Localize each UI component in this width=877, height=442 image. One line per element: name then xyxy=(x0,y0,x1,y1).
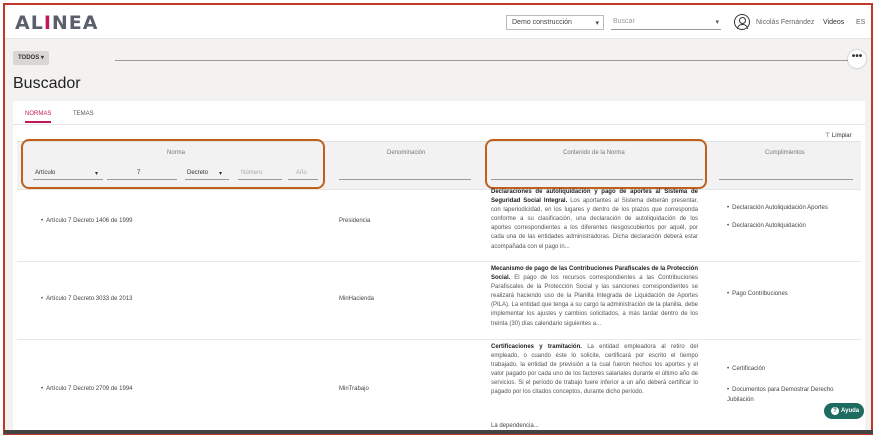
todos-filter-button[interactable]: TODOS ▾ xyxy=(13,51,49,65)
bottom-bar xyxy=(4,430,873,434)
alinea-logo[interactable]: ALINEA xyxy=(15,12,98,34)
row-divider xyxy=(17,261,861,262)
top-header: ALINEA Demo construcción ▾ Buscar ▾ Nico… xyxy=(5,5,871,39)
row-norma[interactable]: Artículo 7 Decreto 1406 de 1999 xyxy=(41,218,132,224)
row-denominacion: MinHacienda xyxy=(339,296,375,302)
row-content: Mecanismo de pago de las Contribuciones … xyxy=(491,266,698,327)
row-divider xyxy=(17,339,861,340)
search-input[interactable]: Buscar ▾ xyxy=(611,15,721,30)
column-header-denominacion[interactable]: Denominación xyxy=(387,150,425,156)
cumplimiento-item[interactable]: Pago Contribuciones xyxy=(727,291,788,297)
cumplimiento-item[interactable]: Declaración Autoliquidación Aportes xyxy=(727,205,828,211)
row-norma[interactable]: Artículo 7 Decreto 3033 de 2013 xyxy=(41,296,132,302)
cumplimientos-filter-input[interactable] xyxy=(719,179,853,180)
results-panel: NORMAS TEMAS ⊤ Limpiar Norma Denominació… xyxy=(13,101,865,433)
videos-link[interactable]: Videos xyxy=(823,19,844,26)
project-select[interactable]: Demo construcción ▾ xyxy=(506,15,604,30)
chevron-down-icon: ▾ xyxy=(715,19,719,26)
row-denominacion: MinTrabajo xyxy=(339,386,369,392)
contenido-highlight-box xyxy=(485,139,707,189)
clear-filters-button[interactable]: ⊤ Limpiar xyxy=(825,132,852,139)
cumplimiento-item[interactable]: Certificación xyxy=(727,366,765,372)
tab-temas[interactable]: TEMAS xyxy=(73,111,94,117)
help-icon: ? xyxy=(831,407,839,415)
chevron-down-icon: ▾ xyxy=(595,20,599,27)
denominacion-filter-input[interactable] xyxy=(339,179,471,180)
user-avatar-icon[interactable] xyxy=(734,14,750,30)
filter-icon: ⊤ xyxy=(825,133,831,139)
app-frame: ALINEA Demo construcción ▾ Buscar ▾ Nico… xyxy=(3,3,873,435)
table-top-border xyxy=(17,189,861,190)
row-content-extra: La dependencia... xyxy=(491,423,539,429)
cumplimiento-item[interactable]: Declaración Autoliquidación xyxy=(727,223,806,229)
divider xyxy=(115,60,848,61)
row-content: Declaraciones de autoliquidación y pago … xyxy=(491,189,698,250)
tab-normas[interactable]: NORMAS xyxy=(25,111,52,123)
norma-highlight-box xyxy=(21,139,325,189)
row-content: Certificaciones y tramitación. La entida… xyxy=(491,344,698,396)
cumplimiento-item[interactable]: Documentos para Demostrar Derecho Jubila… xyxy=(727,385,857,405)
page-title: Buscador xyxy=(13,75,81,92)
row-norma[interactable]: Artículo 7 Decreto 2709 de 1994 xyxy=(41,386,132,392)
column-header-cumplimientos[interactable]: Cumplimientos xyxy=(765,150,805,156)
language-selector[interactable]: ES xyxy=(856,19,865,26)
help-button[interactable]: ? Ayuda xyxy=(824,403,864,419)
more-options-button[interactable]: ••• xyxy=(848,50,866,68)
row-denominacion: Presidencia xyxy=(339,218,371,224)
tabs-divider xyxy=(13,124,865,125)
user-name[interactable]: Nicolás Fernández xyxy=(756,19,814,26)
